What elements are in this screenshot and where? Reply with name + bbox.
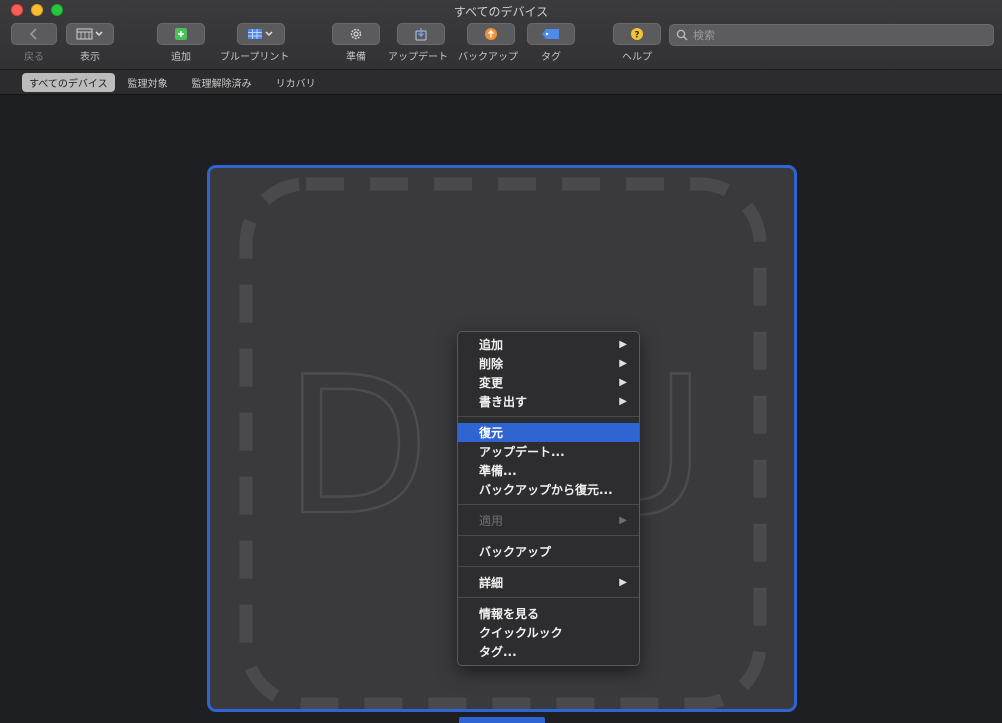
prepare-label: 準備 bbox=[346, 52, 366, 63]
menu-separator bbox=[458, 535, 639, 536]
menu-item-remove[interactable]: 削除 ▶ bbox=[458, 354, 639, 373]
menu-item-label: 追加 bbox=[479, 338, 504, 352]
help-label: ヘルプ bbox=[622, 52, 652, 63]
view-list-icon bbox=[76, 28, 103, 40]
menu-item-label: 準備... bbox=[479, 464, 517, 478]
blueprint-label: ブループリント bbox=[220, 52, 290, 63]
search-icon bbox=[676, 29, 688, 41]
menu-separator bbox=[458, 504, 639, 505]
menu-item-restore-from-backup[interactable]: バックアップから復元... bbox=[458, 480, 639, 499]
device-filter-bar: すべてのデバイス 監理対象 監理解除済み リカバリ bbox=[0, 70, 1002, 95]
menu-item-modify[interactable]: 変更 ▶ bbox=[458, 373, 639, 392]
menu-item-label: 適用 bbox=[479, 514, 504, 528]
window-title: すべてのデバイス bbox=[453, 5, 549, 19]
filter-all-devices[interactable]: すべてのデバイス bbox=[22, 72, 115, 92]
help-button[interactable]: ? ヘルプ bbox=[613, 23, 661, 63]
gear-icon bbox=[350, 28, 362, 40]
menu-item-label: 変更 bbox=[479, 376, 504, 390]
filter-recovery[interactable]: リカバリ bbox=[269, 73, 323, 92]
menu-item-label: 復元 bbox=[479, 426, 504, 440]
menu-item-label: バックアップから復元... bbox=[479, 483, 613, 497]
submenu-arrow-icon: ▶ bbox=[619, 377, 627, 388]
menu-separator bbox=[458, 416, 639, 417]
menu-separator bbox=[458, 566, 639, 567]
back-button[interactable]: 戻る bbox=[11, 23, 57, 63]
submenu-arrow-icon: ▶ bbox=[619, 515, 627, 526]
menu-item-details[interactable]: 詳細 ▶ bbox=[458, 573, 639, 592]
submenu-arrow-icon: ▶ bbox=[619, 577, 627, 588]
tag-button[interactable]: タグ bbox=[527, 23, 575, 63]
add-label: 追加 bbox=[171, 52, 191, 63]
device-context-menu: 追加 ▶ 削除 ▶ 変更 ▶ 書き出す ▶ 復元 アップデート... 準備...… bbox=[457, 331, 640, 666]
menu-item-label: タグ... bbox=[479, 645, 517, 659]
view-label: 表示 bbox=[80, 52, 100, 63]
menu-item-label: バックアップ bbox=[479, 545, 552, 559]
tag-label: タグ bbox=[541, 52, 561, 63]
search-field[interactable] bbox=[669, 24, 994, 46]
add-plus-icon bbox=[175, 28, 187, 40]
filter-unsupervised[interactable]: 監理解除済み bbox=[185, 73, 259, 92]
menu-item-quick-look[interactable]: クイックルック bbox=[458, 623, 639, 642]
menu-item-label: 書き出す bbox=[479, 395, 528, 409]
menu-item-label: 情報を見る bbox=[479, 607, 540, 621]
update-label: アップデート bbox=[388, 52, 448, 63]
tag-icon bbox=[542, 29, 559, 39]
device-name-label-selected[interactable] bbox=[459, 717, 545, 723]
menu-item-label: アップデート... bbox=[479, 445, 565, 459]
menu-item-prepare[interactable]: 準備... bbox=[458, 461, 639, 480]
add-button[interactable]: 追加 bbox=[157, 23, 205, 63]
menu-item-tags[interactable]: タグ... bbox=[458, 642, 639, 661]
update-button[interactable]: アップデート bbox=[388, 23, 448, 63]
help-question-icon: ? bbox=[631, 28, 643, 41]
prepare-button[interactable]: 準備 bbox=[332, 23, 380, 63]
blueprint-grid-icon bbox=[248, 29, 273, 39]
search-input[interactable] bbox=[693, 28, 983, 42]
menu-item-label: クイックルック bbox=[479, 626, 563, 640]
menu-item-label: 詳細 bbox=[479, 576, 504, 590]
menu-item-restore[interactable]: 復元 bbox=[458, 423, 639, 442]
menu-item-update[interactable]: アップデート... bbox=[458, 442, 639, 461]
view-button[interactable]: 表示 bbox=[66, 23, 114, 63]
back-label: 戻る bbox=[24, 52, 44, 63]
submenu-arrow-icon: ▶ bbox=[619, 339, 627, 350]
menu-item-backup[interactable]: バックアップ bbox=[458, 542, 639, 561]
chevron-left-icon bbox=[29, 28, 37, 40]
backup-arrow-icon bbox=[484, 28, 497, 40]
update-download-icon bbox=[415, 28, 427, 41]
menu-item-apply: 適用 ▶ bbox=[458, 511, 639, 530]
menu-item-add[interactable]: 追加 ▶ bbox=[458, 335, 639, 354]
backup-button[interactable]: バックアップ bbox=[458, 23, 518, 63]
menu-item-export[interactable]: 書き出す ▶ bbox=[458, 392, 639, 411]
menu-item-label: 削除 bbox=[479, 357, 504, 371]
backup-label: バックアップ bbox=[458, 52, 518, 63]
submenu-arrow-icon: ▶ bbox=[619, 396, 627, 407]
blueprint-button[interactable]: ブループリント bbox=[220, 23, 289, 63]
menu-item-get-info[interactable]: 情報を見る bbox=[458, 604, 639, 623]
window-toolbar: すべてのデバイス 戻る 表示 追加 ブループリント 準備 アップデート バックア… bbox=[0, 0, 1002, 70]
filter-supervised[interactable]: 監理対象 bbox=[121, 73, 175, 92]
svg-text:?: ? bbox=[634, 31, 639, 41]
menu-separator bbox=[458, 597, 639, 598]
submenu-arrow-icon: ▶ bbox=[619, 358, 627, 369]
